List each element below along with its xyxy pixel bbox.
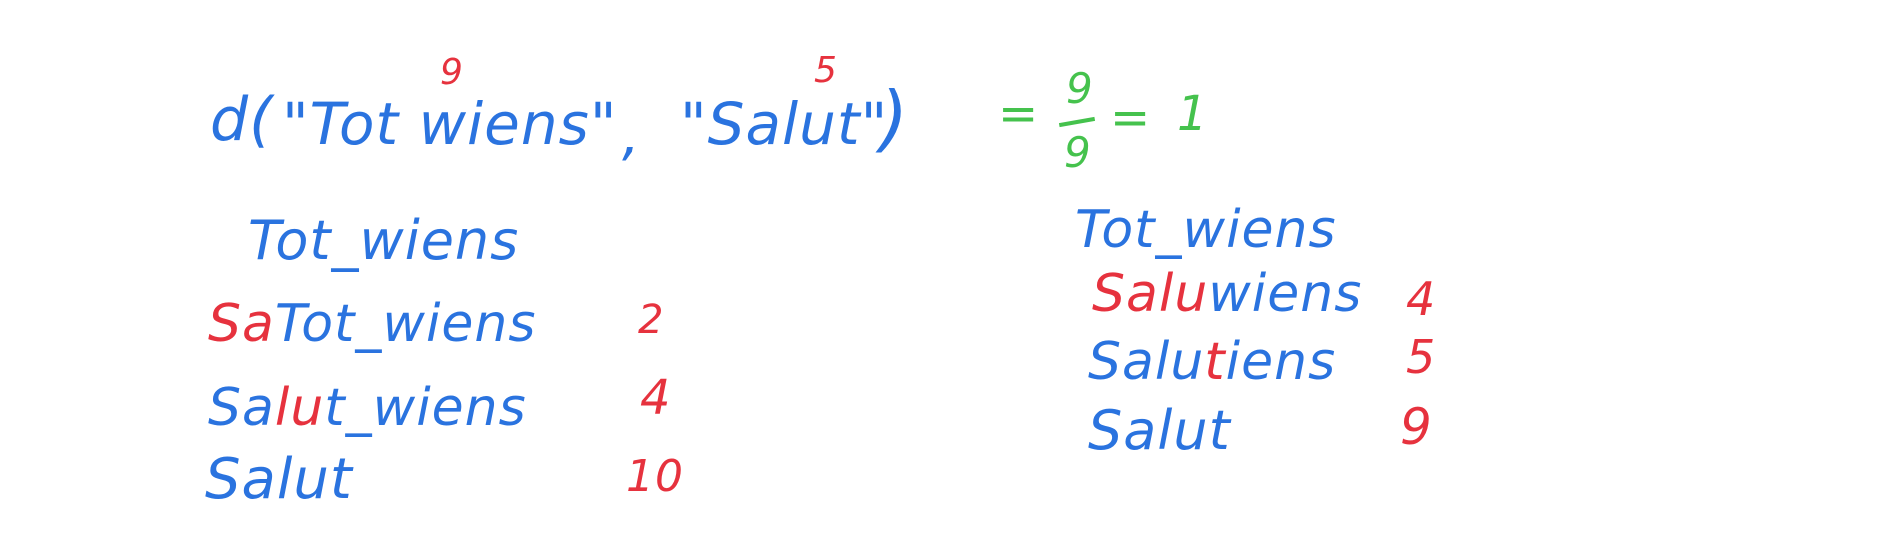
fraction-numerator: 9 [1066,64,1094,113]
formula-arg2: "Salut" [680,90,889,158]
note-arg2: 5 [814,50,838,91]
whiteboard-canvas: d( "Tot wiens" , "Salut" ) 9 5 = 9 9 = 1… [0,0,1888,552]
left-row-2-end: t_wiens [324,378,527,438]
right-start-word: Tot_wiens [1075,200,1337,260]
formula-equals-2: = [1110,90,1152,146]
formula-result: 1 [1177,86,1209,142]
formula-close: ) [880,76,910,160]
fraction-bar [1058,116,1096,128]
left-row-2-start: Sa [208,378,275,438]
right-row-1-rest: wiens [1208,264,1363,324]
left-row-1-insert: Sa [208,294,275,354]
formula-prefix: d( [210,85,274,155]
left-row-1-value: 2 [638,297,665,343]
right-row-3-word: Salut [1088,399,1231,462]
right-row-2-start: Salu [1088,332,1205,392]
right-row-3-value: 9 [1400,398,1433,456]
fraction-denominator: 9 [1064,128,1092,177]
right-row-2-end: iens [1225,332,1337,392]
note-arg1: 9 [440,52,464,93]
left-row-2-insert: lu [274,378,325,438]
formula-comma: , [622,103,641,168]
right-row-2-value: 5 [1406,330,1437,384]
left-row-2-value: 4 [640,370,672,426]
left-start-word: Tot_wiens [248,209,520,272]
formula-equals-1: = [998,86,1040,142]
right-row-2-insert: t [1204,332,1226,392]
right-row-1-insert: Salu [1092,264,1209,324]
formula-arg1: "Tot wiens" [282,90,618,158]
right-row-1-value: 4 [1406,272,1437,326]
left-row-3-word: Salut [205,447,353,512]
left-row-3-value: 10 [626,451,684,502]
left-row-1-rest: Tot_wiens [274,294,537,354]
